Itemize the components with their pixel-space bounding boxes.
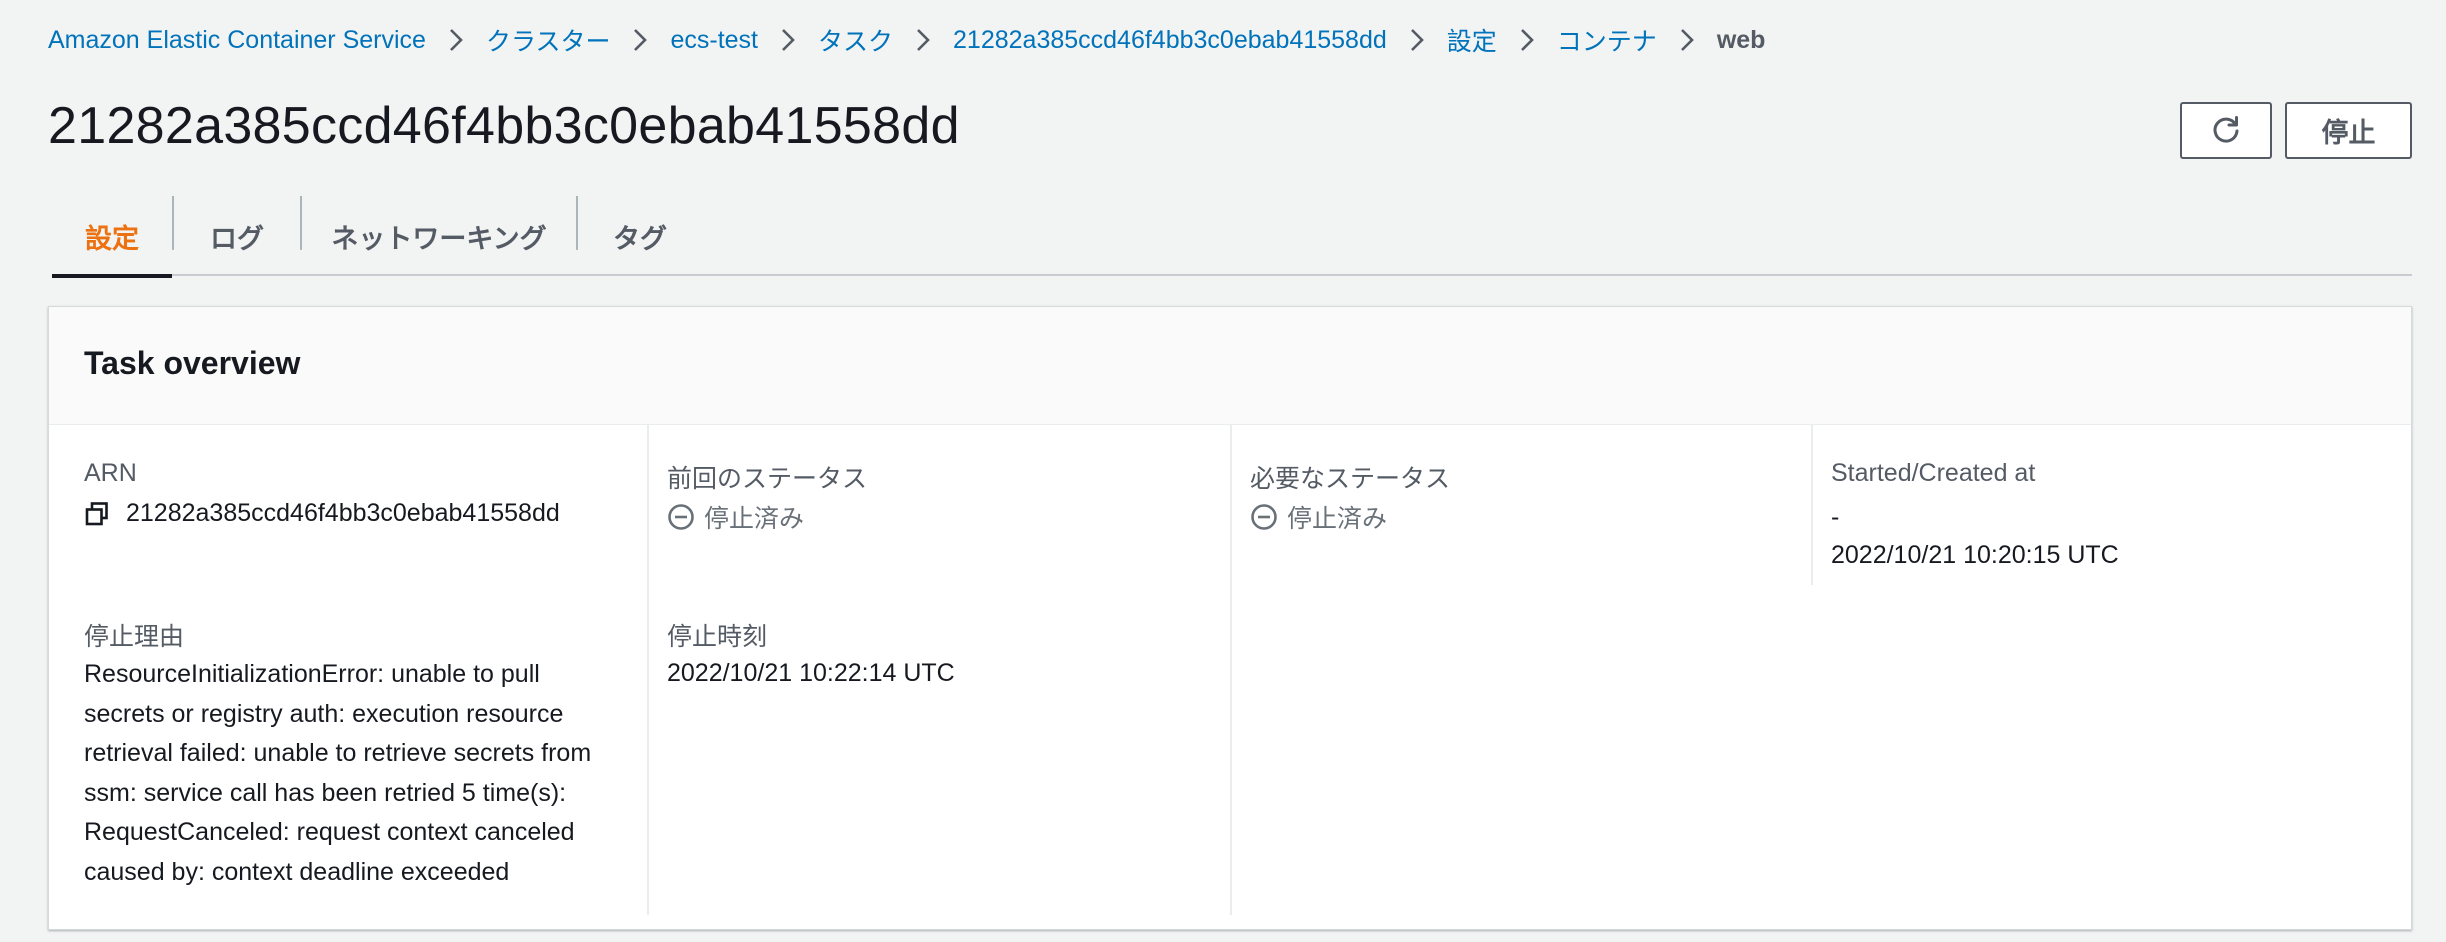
stopped-reason-line: RequestCanceled: request context cancele… [84,818,575,846]
breadcrumb-settings[interactable]: 設定 [1447,22,1497,58]
breadcrumb: Amazon Elastic Container Service クラスター e… [48,22,1765,58]
tab-networking[interactable]: ネットワーキング [302,196,576,276]
breadcrumb-current: web [1716,25,1766,54]
stopped-at-value: 2022/10/21 10:22:14 UTC [667,659,955,687]
stopped-status-icon [668,504,694,530]
refresh-button[interactable] [2180,102,2272,159]
page-title: 21282a385ccd46f4bb3c0ebab41558dd [48,97,960,155]
stopped-status-icon [1251,504,1277,530]
breadcrumb-cluster[interactable]: ecs-test [670,26,758,55]
panel-header: Task overview [49,307,2411,425]
chevron-right-icon [1679,27,1695,53]
column-divider [647,425,649,915]
last-status-label: 前回のステータス [667,465,868,493]
tab-tags[interactable]: タグ [578,196,702,276]
panel-title: Task overview [84,345,301,381]
stopped-reason-line: ResourceInitializationError: unable to p… [84,660,540,688]
started-at-value: - [1831,503,1840,531]
desired-status-text: 停止済み [1287,505,1388,533]
column-divider [1230,425,1232,915]
breadcrumb-clusters[interactable]: クラスター [486,22,611,58]
chevron-right-icon [632,27,648,53]
stopped-reason-line: retrieval failed: unable to retrieve sec… [84,739,592,767]
stopped-reason-line: caused by: context deadline exceeded [84,857,510,886]
chevron-right-icon [780,27,796,53]
desired-status-value: 停止済み [1250,499,1387,535]
arn-label: ARN [84,459,137,487]
arn-text: 21282a385ccd46f4bb3c0ebab41558dd [126,499,560,527]
stopped-reason-label: 停止理由 [84,623,185,651]
breadcrumb-ecs[interactable]: Amazon Elastic Container Service [48,26,426,55]
task-overview-panel: Task overview ARN 21282a385ccd46f4bb3c0e… [48,306,2412,930]
chevron-right-icon [1409,27,1425,53]
started-created-label: Started/Created at [1831,459,2036,487]
tab-logs[interactable]: ログ [174,196,300,276]
refresh-icon [2213,115,2239,143]
last-status-text: 停止済み [704,505,805,533]
arn-value: 21282a385ccd46f4bb3c0ebab41558dd [84,499,560,528]
breadcrumb-tasks[interactable]: タスク [818,22,893,58]
copy-icon[interactable] [84,501,110,527]
breadcrumb-containers[interactable]: コンテナ [1557,22,1657,58]
stop-button[interactable]: 停止 [2285,102,2412,159]
chevron-right-icon [1519,27,1535,53]
created-at-value: 2022/10/21 10:20:15 UTC [1831,541,2119,569]
breadcrumb-task[interactable]: 21282a385ccd46f4bb3c0ebab41558dd [953,26,1387,55]
last-status-value: 停止済み [667,499,804,535]
desired-status-label: 必要なステータス [1250,465,1451,493]
stopped-reason-line: ssm: service call has been retried 5 tim… [84,778,567,807]
chevron-right-icon [915,27,931,53]
tab-list: 設定 ログ ネットワーキング タグ [52,196,2412,278]
tab-settings[interactable]: 設定 [52,196,172,278]
stopped-reason-line: secrets or registry auth: execution reso… [84,699,564,728]
column-divider [1811,425,1813,585]
stopped-reason-value: ResourceInitializationError: unable to p… [84,655,644,892]
chevron-right-icon [448,27,464,53]
stopped-at-label: 停止時刻 [667,623,768,651]
